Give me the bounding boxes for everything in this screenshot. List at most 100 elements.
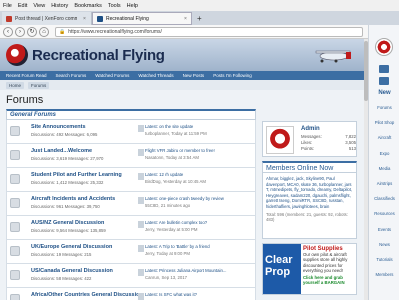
forum-status-icon [10, 126, 20, 136]
nav-new-posts[interactable]: New Posts [183, 73, 205, 78]
latest-byline: Canrun, Sep 13, 2017 [145, 275, 188, 280]
latest-avatar[interactable] [138, 293, 144, 300]
nav-watched-forums[interactable]: Watched Forums [95, 73, 129, 78]
forum-title[interactable]: Africa/Other Countries General Discussio… [31, 292, 143, 298]
menu-history[interactable]: History [51, 3, 68, 9]
forward-icon[interactable]: › [15, 26, 25, 37]
latest-byline: BirdDog, Yesterday at 10:45 AM [145, 179, 206, 184]
tab-xenforo[interactable]: Post thread | XenForo commu × [2, 12, 92, 25]
forum-title[interactable]: Site Announcements [31, 124, 86, 130]
breadcrumb-forums[interactable]: Forums [28, 81, 50, 89]
forum-row[interactable]: Just Landed...Welcome Discussions: 3,619 … [6, 144, 256, 168]
close-tab-icon[interactable]: × [184, 16, 187, 22]
url-bar[interactable]: 🔒 https://www.recreationalflying.com/for… [55, 26, 363, 37]
sidebar-item-media[interactable]: Media [369, 166, 399, 171]
nav-watched-threads[interactable]: Watched Threads [138, 73, 173, 78]
reload-icon[interactable]: ↻ [27, 26, 37, 37]
sidebar-item-events[interactable]: Events [369, 227, 399, 232]
sidebar-alerts-icon[interactable] [379, 77, 389, 85]
forum-latest: Latest: A Trip to 'Battle' by a friend Je… [138, 244, 250, 256]
menu-tools[interactable]: Tools [108, 3, 121, 9]
forum-stats: Discussions: 58 Messages: 422 [31, 276, 92, 281]
forum-status-icon [10, 198, 20, 208]
latest-thread-link[interactable]: Latest: Are bulletin complex too? [145, 220, 250, 225]
forum-latest: Latest: Are bulletin complex too? Jerry, … [138, 220, 250, 232]
site-favicon-icon [97, 15, 103, 22]
nav-recent-forum-read[interactable]: Recent Forum Read [6, 73, 47, 78]
tab-recreational-flying[interactable]: Recreational Flying × [92, 12, 192, 25]
forum-row[interactable]: Student Pilot and Further Learning Discus… [6, 168, 256, 192]
menu-bookmarks[interactable]: Bookmarks [74, 3, 102, 9]
user-stat-value: 3,505 [345, 140, 356, 145]
sidebar-item-members[interactable]: Members [369, 272, 399, 277]
back-icon[interactable]: ‹ [3, 26, 13, 37]
menu-edit[interactable]: Edit [18, 3, 27, 9]
members-online-count: Total: 596 (members: 21, guests: 92, rob… [266, 211, 348, 223]
latest-avatar[interactable] [138, 245, 144, 252]
sidebar-item-airstrips[interactable]: Airstrips [369, 181, 399, 186]
user-stat-label: Messages: [301, 134, 322, 139]
close-tab-icon[interactable]: × [83, 16, 86, 22]
forum-row[interactable]: Site Announcements Discussions: 492 Messa… [6, 120, 256, 144]
forum-latest: Latest: 12 rh update BirdDog, Yesterday a… [138, 172, 250, 184]
forum-title[interactable]: Aircraft Incidents and Accidents [31, 196, 115, 202]
sidebar-item-resources[interactable]: Resources [369, 211, 399, 216]
sidebar-item-news[interactable]: News [369, 242, 399, 247]
menu-help[interactable]: Help [127, 3, 138, 9]
latest-thread-link[interactable]: Latest: Princess Juliana Airport Mountai… [145, 268, 250, 273]
sidebar-logo-icon[interactable] [375, 38, 393, 56]
home-icon[interactable]: ⌂ [39, 26, 49, 37]
sidebar-item-tutorials[interactable]: Tutorials [369, 257, 399, 262]
forum-title[interactable]: Student Pilot and Further Learning [31, 172, 122, 178]
forum-title[interactable]: US/Canada General Discussion [31, 268, 113, 274]
sidebar-item-forums[interactable]: Forums [369, 105, 399, 110]
sidebar-item-aircraft[interactable]: Aircraft [369, 135, 399, 140]
forum-title[interactable]: AUS/NZ General Discussion [31, 220, 104, 226]
clear-prop-ad[interactable]: Clear Prop Pilot Supplies Our own pilot … [262, 243, 357, 295]
user-stat-label: Points: [301, 146, 315, 151]
latest-thread-link[interactable]: Latest: Is SFC what was it? [145, 292, 250, 297]
latest-thread-link[interactable]: Latest: on the site update [145, 124, 250, 129]
latest-thread-link[interactable]: Latest: one-piece crash tweedy by review [145, 196, 250, 201]
nav-posts-following[interactable]: Posts I'm Following [213, 73, 252, 78]
menu-view[interactable]: View [33, 3, 45, 9]
category-header[interactable]: General Forums [6, 109, 256, 120]
ad-cta: Click here and grab yourself a BARGAIN [303, 275, 345, 286]
latest-avatar[interactable] [138, 221, 144, 228]
latest-avatar[interactable] [138, 149, 144, 156]
sidebar-messages-icon[interactable] [379, 65, 389, 73]
members-online-names[interactable]: Ahmar, bigglez, jack, Skyline90, Paul da… [266, 176, 353, 210]
forum-list: Forums General Forums Site Announcements… [6, 94, 256, 300]
forum-row[interactable]: Africa/Other Countries General Discussio… [6, 288, 256, 300]
forum-row[interactable]: US/Canada General Discussion Discussions:… [6, 264, 256, 288]
username[interactable]: Admin [301, 126, 320, 132]
forum-title[interactable]: Just Landed...Welcome [31, 148, 92, 154]
logo-mark-icon [6, 44, 28, 66]
sidebar-item-expo[interactable]: Expo [369, 151, 399, 156]
site-logo[interactable]: Recreational Flying [6, 44, 165, 66]
sidebar-item-classifieds[interactable]: Classifieds [369, 196, 399, 201]
latest-thread-link[interactable]: Latest: A Trip to 'Battle' by a friend [145, 244, 250, 249]
avatar[interactable] [266, 126, 294, 154]
forum-title[interactable]: UK/Europe General Discussion [31, 244, 112, 250]
forum-row[interactable]: AUS/NZ General Discussion Discussions: 9,… [6, 216, 256, 240]
latest-avatar[interactable] [138, 269, 144, 276]
sidebar-item-new[interactable]: New [369, 90, 399, 96]
site-header: Recreational Flying [0, 39, 364, 71]
new-tab-button[interactable]: + [192, 12, 207, 25]
breadcrumb-home[interactable]: Home [6, 81, 25, 89]
sidebar-item-pilot-shop[interactable]: Pilot Shop [369, 120, 399, 125]
nav-search-forums[interactable]: Search Forums [56, 73, 87, 78]
forum-latest: Latest: one-piece crash tweedy by review… [138, 196, 250, 208]
latest-avatar[interactable] [138, 125, 144, 132]
latest-thread-link[interactable]: Latest: 12 rh update [145, 172, 250, 177]
forum-row[interactable]: UK/Europe General Discussion Discussions:… [6, 240, 256, 264]
latest-thread-link[interactable]: Flight VFR Jabiru or member to free! [145, 148, 250, 153]
ad-text: Pilot Supplies Our own pilot & aircraft … [303, 246, 356, 286]
forum-latest: Latest: Princess Juliana Airport Mountai… [138, 268, 250, 280]
latest-avatar[interactable] [138, 173, 144, 180]
forum-row[interactable]: Aircraft Incidents and Accidents Discussi… [6, 192, 256, 216]
url-text: https://www.recreationalflying.com/forum… [68, 28, 162, 35]
menu-file[interactable]: File [3, 3, 12, 9]
latest-avatar[interactable] [138, 197, 144, 204]
